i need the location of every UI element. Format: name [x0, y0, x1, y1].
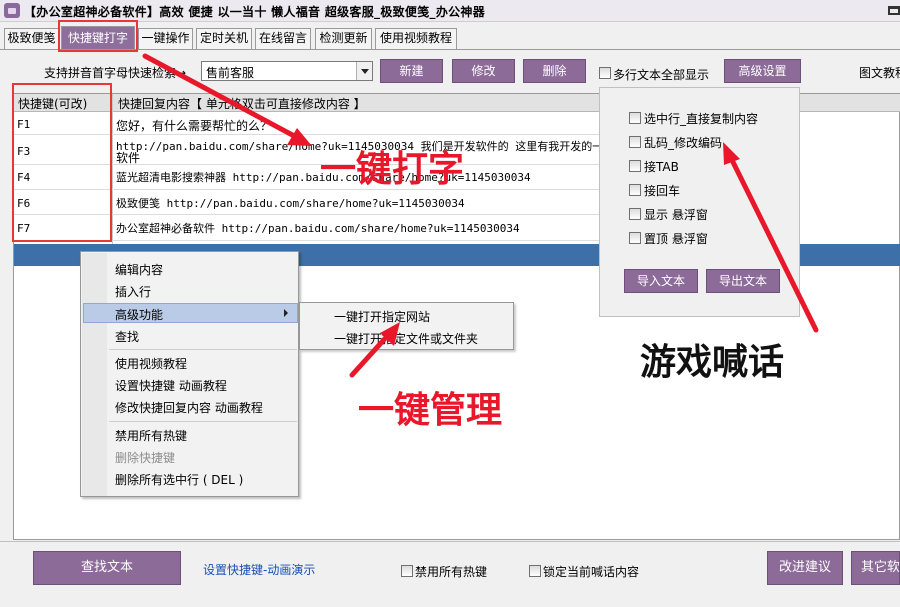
category-select[interactable]: 售前客服 [201, 61, 373, 81]
annotation-box-tab [58, 20, 138, 52]
pin-float-checkbox[interactable] [629, 232, 641, 244]
menu-separator [109, 421, 297, 422]
tab-video-tutorial[interactable]: 使用视频教程 [375, 28, 457, 49]
enter-key-checkbox[interactable] [629, 184, 641, 196]
table-row-content[interactable]: 极致便笺 http://pan.baidu.com/share/home?uk=… [116, 195, 465, 211]
overlay-one-click-manage: 一键管理 [358, 390, 503, 431]
edit-button[interactable]: 修改 [452, 59, 515, 83]
category-value: 售前客服 [206, 66, 255, 80]
chevron-right-icon [284, 309, 288, 317]
encoding-checkbox[interactable] [629, 136, 641, 148]
submenu-item-open-file[interactable]: 一键打开指定文件或文件夹 [334, 330, 478, 347]
copy-row-label: 选中行_直接复制内容 [644, 112, 759, 126]
table-row-content[interactable]: 办公室超神必备软件 http://pan.baidu.com/share/hom… [116, 220, 520, 236]
annotation-box-keys [12, 83, 112, 242]
menu-separator [109, 349, 297, 350]
find-text-button[interactable]: 查找文本 [33, 551, 181, 585]
shortcut-demo-link[interactable]: 设置快捷键-动画演示 [203, 561, 315, 578]
lock-content-label: 锁定当前喊话内容 [543, 565, 640, 579]
bottom-divider [0, 541, 900, 542]
suggest-button[interactable]: 改进建议 [767, 551, 843, 585]
tab-shutdown[interactable]: 定时关机 [196, 28, 252, 49]
multiline-checkbox[interactable] [599, 67, 611, 79]
tab-notes[interactable]: 极致便笺 [4, 28, 59, 49]
lock-content-checkbox[interactable] [529, 565, 541, 577]
menu-item-advanced[interactable]: 高级功能 [115, 306, 163, 323]
chevron-down-icon[interactable] [356, 62, 372, 80]
menu-item-disable-hotkeys[interactable]: 禁用所有热键 [115, 427, 187, 444]
disable-hotkeys-label: 禁用所有热键 [415, 565, 488, 579]
maximize-icon[interactable] [888, 6, 900, 15]
show-float-checkbox[interactable] [629, 208, 641, 220]
other-software-button[interactable]: 其它软件 [851, 551, 900, 585]
pinyin-search-label: 支持拼音首字母快速检索→ [44, 66, 187, 80]
window-title: 【办公室超神必备软件】高效 便捷 以一当十 懒人福音 超级客服_极致便笺_办公神… [24, 5, 486, 19]
menu-item-edit[interactable]: 编辑内容 [115, 261, 163, 278]
header-content: 快捷回复内容【 单元格双击可直接修改内容 】 [118, 97, 366, 111]
context-menu: 编辑内容 插入行 高级功能 查找 使用视频教程 设置快捷键 动画教程 修改快捷回… [80, 251, 299, 497]
pin-float-label: 置顶 悬浮窗 [644, 232, 708, 246]
menu-gutter [82, 253, 107, 496]
table-row-content[interactable]: 您好，有什么需要帮忙的么？ [116, 117, 272, 134]
show-float-label: 显示 悬浮窗 [644, 208, 708, 222]
tutorial-link[interactable]: 图文教程 [859, 64, 900, 81]
advanced-submenu: 一键打开指定网站 一键打开指定文件或文件夹 [299, 302, 514, 350]
advanced-settings-panel: 选中行_直接复制内容 乱码_修改编码 接TAB 接回车 显示 悬浮窗 置顶 悬浮… [599, 87, 800, 317]
overlay-one-click-typing: 一键打字 [320, 149, 465, 190]
enter-key-label: 接回车 [644, 184, 681, 198]
tab-one-click[interactable]: 一键操作 [138, 28, 193, 49]
menu-item-delete-selected[interactable]: 删除所有选中行 ( DEL ) [115, 471, 243, 488]
menu-item-delete-shortcut: 删除快捷键 [115, 451, 176, 465]
encoding-label: 乱码_修改编码 [644, 136, 723, 150]
overlay-game-shout: 游戏喊话 [640, 342, 785, 383]
tab-message[interactable]: 在线留言 [255, 28, 311, 49]
delete-button[interactable]: 删除 [523, 59, 586, 83]
advanced-settings-button[interactable]: 高级设置 [724, 59, 801, 83]
menu-item-find[interactable]: 查找 [115, 328, 139, 345]
column-divider [112, 94, 113, 244]
menu-item-shortcut-tutorial[interactable]: 设置快捷键 动画教程 [115, 377, 227, 394]
copy-row-checkbox[interactable] [629, 112, 641, 124]
menu-item-reply-tutorial[interactable]: 修改快捷回复内容 动画教程 [115, 399, 263, 416]
title-bar: 【办公室超神必备软件】高效 便捷 以一当十 懒人福音 超级客服_极致便笺_办公神… [0, 0, 900, 22]
app-icon [4, 3, 20, 18]
export-text-button[interactable]: 导出文本 [706, 269, 780, 293]
menu-item-video[interactable]: 使用视频教程 [115, 355, 187, 372]
menu-item-insert-row[interactable]: 插入行 [115, 283, 151, 300]
import-text-button[interactable]: 导入文本 [624, 269, 698, 293]
new-button[interactable]: 新建 [380, 59, 443, 83]
disable-hotkeys-checkbox[interactable] [401, 565, 413, 577]
tab-key-checkbox[interactable] [629, 160, 641, 172]
submenu-item-open-site[interactable]: 一键打开指定网站 [334, 308, 430, 325]
tab-key-label: 接TAB [644, 160, 679, 174]
table-row-content-wrap[interactable]: 软件 [116, 149, 140, 166]
multiline-label: 多行文本全部显示 [613, 68, 710, 82]
tab-update[interactable]: 检测更新 [315, 28, 372, 49]
